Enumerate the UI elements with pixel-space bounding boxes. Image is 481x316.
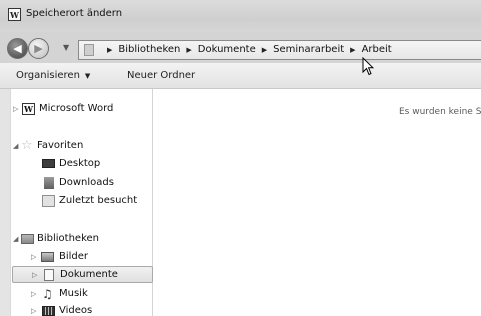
breadcrumb-item[interactable]: Dokumente: [198, 44, 256, 55]
music-note-icon: ♫: [42, 286, 53, 301]
breadcrumb-separator-icon[interactable]: ▶: [186, 46, 191, 54]
nav-item-downloads[interactable]: Downloads: [11, 174, 154, 191]
nav-item-favorites[interactable]: ◢ ☆ Favoriten: [11, 137, 154, 154]
nav-item-libraries[interactable]: ◢ Bibliotheken: [11, 230, 154, 247]
breadcrumb-separator-icon[interactable]: ▶: [262, 46, 267, 54]
command-bar: Organisieren ▼ Neuer Ordner: [0, 63, 481, 89]
film-icon: [42, 305, 55, 316]
folder-icon: [84, 44, 94, 56]
nav-item-music[interactable]: ▷ ♫ Musik: [11, 285, 154, 302]
nav-item-recent-places[interactable]: Zuletzt besucht: [11, 192, 154, 209]
breadcrumb-separator-icon[interactable]: ▶: [107, 46, 112, 54]
nav-item-label: Bibliotheken: [37, 233, 99, 244]
documents-library-icon: [44, 268, 54, 281]
address-bar[interactable]: ▶ Bibliotheken ▶ Dokumente ▶ Seminararbe…: [78, 40, 481, 60]
title-bar: W Speicherort ändern: [0, 0, 481, 32]
nav-item-label: Desktop: [59, 158, 101, 169]
new-folder-button[interactable]: Neuer Ordner: [127, 70, 195, 81]
expand-arrow-icon[interactable]: ▷: [31, 290, 36, 298]
nav-item-videos[interactable]: ▷ Videos: [11, 302, 154, 316]
nav-item-pictures[interactable]: ▷ Bilder: [11, 248, 154, 265]
star-icon: ☆: [21, 137, 33, 153]
breadcrumb: ▶ Bibliotheken ▶ Dokumente ▶ Seminararbe…: [101, 44, 392, 55]
word-icon: W: [22, 102, 35, 115]
chevron-down-icon: ▼: [84, 72, 91, 80]
navigation-bar: ◀ ▶ ▼ ▶ Bibliotheken ▶ Dokumente ▶ Semin…: [0, 32, 481, 63]
nav-item-documents[interactable]: ▷ Dokumente: [12, 266, 153, 283]
breadcrumb-item[interactable]: Arbeit: [362, 44, 392, 55]
navigation-pane[interactable]: ▷ W Microsoft Word ◢ ☆ Favoriten Desktop…: [10, 89, 153, 316]
nav-item-label: Bilder: [59, 251, 89, 262]
forward-button[interactable]: ▶: [28, 38, 49, 59]
nav-item-desktop[interactable]: Desktop: [11, 155, 154, 172]
breadcrumb-item[interactable]: Seminararbeit: [273, 44, 344, 55]
expand-arrow-icon[interactable]: ▷: [13, 105, 18, 113]
libraries-icon: [21, 233, 34, 244]
file-list[interactable]: Es wurden keine S: [153, 89, 481, 316]
empty-folder-message: Es wurden keine S: [399, 107, 481, 117]
downloads-icon: [44, 176, 54, 189]
window-frame: [0, 89, 10, 316]
window-title: Speicherort ändern: [26, 8, 123, 19]
word-app-icon: W: [8, 8, 21, 21]
organize-label: Organisieren: [16, 70, 80, 81]
nav-item-label: Zuletzt besucht: [59, 195, 138, 206]
recent-places-icon: [42, 194, 55, 207]
expand-arrow-icon[interactable]: ▷: [31, 307, 36, 315]
desktop-icon: [42, 159, 55, 168]
nav-item-label: Downloads: [59, 177, 114, 188]
collapse-arrow-icon[interactable]: ◢: [13, 142, 18, 150]
nav-item-label: Dokumente: [60, 269, 118, 280]
breadcrumb-separator-icon[interactable]: ▶: [350, 46, 355, 54]
mouse-cursor-icon: [362, 57, 374, 76]
nav-item-label: Favoriten: [37, 140, 84, 151]
back-arrow-icon: ◀: [13, 42, 22, 55]
expand-arrow-icon[interactable]: ▷: [31, 253, 36, 261]
back-button[interactable]: ◀: [7, 38, 28, 59]
organize-button[interactable]: Organisieren ▼: [16, 70, 90, 81]
nav-item-label: Microsoft Word: [39, 103, 114, 114]
nav-item-label: Musik: [59, 288, 88, 299]
breadcrumb-item[interactable]: Bibliotheken: [118, 44, 180, 55]
recent-locations-dropdown-icon[interactable]: ▼: [63, 43, 69, 52]
nav-item-label: Videos: [59, 305, 93, 316]
nav-item-microsoft-word[interactable]: ▷ W Microsoft Word: [11, 100, 154, 117]
pictures-library-icon: [41, 251, 54, 262]
collapse-arrow-icon[interactable]: ◢: [13, 235, 18, 243]
forward-arrow-icon: ▶: [34, 42, 43, 55]
expand-arrow-icon[interactable]: ▷: [32, 271, 37, 279]
